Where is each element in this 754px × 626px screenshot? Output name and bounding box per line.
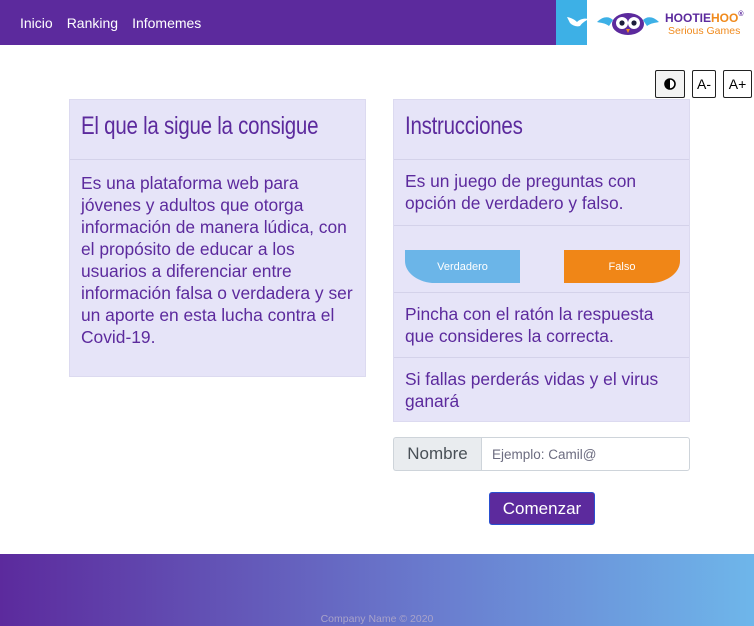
- nav-link-infomemes[interactable]: Infomemes: [132, 15, 201, 31]
- instructions-card: Instrucciones Es un juego de preguntas c…: [393, 99, 690, 422]
- about-divider: [70, 159, 365, 160]
- decrease-font-button[interactable]: A-: [692, 70, 716, 98]
- contrast-toggle-button[interactable]: [655, 70, 685, 98]
- increase-font-button[interactable]: A+: [723, 70, 752, 98]
- logo-subtitle: Serious Games: [668, 25, 741, 37]
- logo-title-part1: HOOTIE: [665, 11, 712, 25]
- instructions-click-text: Pincha con el ratón la respuesta que con…: [405, 304, 654, 346]
- nav-link-inicio[interactable]: Inicio: [20, 15, 53, 31]
- logo-title: HOOTIEHOO®: [665, 11, 744, 25]
- owl-icon: [597, 13, 659, 35]
- true-answer-button[interactable]: Verdadero: [405, 250, 520, 283]
- name-input[interactable]: [481, 437, 690, 471]
- logo-registered-mark: ®: [738, 11, 744, 18]
- about-title: El que la sigue la consigue: [81, 112, 319, 140]
- instructions-intro: Es un juego de preguntas con opción de v…: [405, 171, 637, 213]
- bird-icon: [567, 17, 589, 27]
- instructions-lose-text: Si fallas perderás vidas y el virus gana…: [405, 369, 659, 411]
- instructions-divider-4: [394, 357, 689, 358]
- logo-title-part2: HOO: [711, 11, 739, 25]
- about-card: El que la sigue la consigue Es una plata…: [69, 99, 366, 377]
- top-navbar: Inicio Ranking Infomemes HOOTIEHOO® Seri…: [0, 0, 754, 45]
- footer: Company Name © 2020: [0, 554, 754, 626]
- instructions-divider-1: [394, 159, 689, 160]
- start-button[interactable]: Comenzar: [489, 492, 595, 525]
- instructions-title: Instrucciones: [405, 112, 523, 140]
- about-text: Es una plataforma web para jóvenes y adu…: [81, 173, 353, 347]
- contrast-icon: [664, 78, 676, 90]
- name-label: Nombre: [393, 437, 481, 471]
- false-answer-button[interactable]: Falso: [564, 250, 680, 283]
- instructions-divider-3: [394, 292, 689, 293]
- nav-link-ranking[interactable]: Ranking: [67, 15, 118, 31]
- footer-copyright: Company Name © 2020: [320, 613, 434, 625]
- name-input-group: Nombre: [393, 437, 690, 471]
- brand-logo[interactable]: HOOTIEHOO® Serious Games: [556, 0, 754, 45]
- nav-links: Inicio Ranking Infomemes: [20, 0, 201, 45]
- instructions-divider-2: [394, 225, 689, 226]
